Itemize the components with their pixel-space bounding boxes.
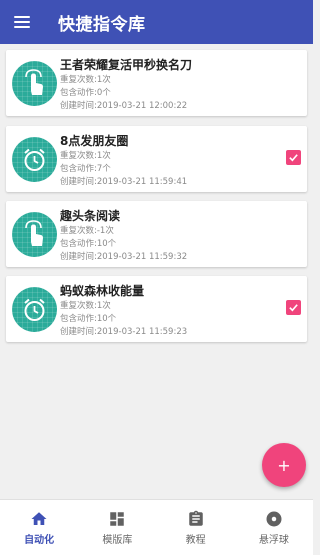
task-actions: 包含动作:0个 xyxy=(60,88,111,98)
clipboard-icon xyxy=(188,510,203,526)
touch-icon xyxy=(12,212,57,257)
task-card[interactable]: 趣头条阅读 重复次数:-1次 包含动作:10个 创建时间:2019-03-21 … xyxy=(6,201,307,267)
task-card[interactable]: 王者荣耀复活甲秒换名刀 重复次数:1次 包含动作:0个 创建时间:2019-03… xyxy=(6,50,307,116)
task-actions: 包含动作:7个 xyxy=(60,164,111,174)
task-repeat: 重复次数:-1次 xyxy=(60,226,114,236)
home-icon xyxy=(31,511,47,525)
task-card[interactable]: 蚂蚁森林收能量 重复次数:1次 包含动作:10个 创建时间:2019-03-21… xyxy=(6,276,307,342)
task-actions: 包含动作:10个 xyxy=(60,239,117,249)
bottom-navigation: 自动化 模版库 教程 悬浮球 xyxy=(0,499,313,555)
task-title: 趣头条阅读 xyxy=(60,209,121,223)
nav-automation[interactable]: 自动化 xyxy=(0,500,78,555)
nav-tutorial[interactable]: 教程 xyxy=(157,500,235,555)
menu-button[interactable] xyxy=(0,0,44,44)
dashboard-icon xyxy=(110,511,125,526)
page-title: 快捷指令库 xyxy=(58,14,146,35)
task-checkbox[interactable] xyxy=(286,150,301,165)
nav-label: 模版库 xyxy=(102,534,133,546)
app-bar: 快捷指令库 xyxy=(0,0,313,44)
checkmark-icon xyxy=(289,154,298,162)
task-created: 创建时间:2019-03-21 11:59:32 xyxy=(60,252,188,262)
task-actions: 包含动作:10个 xyxy=(60,314,117,324)
task-title: 王者荣耀复活甲秒换名刀 xyxy=(60,58,193,72)
task-created: 创建时间:2019-03-21 11:59:23 xyxy=(60,327,188,337)
alarm-clock-icon xyxy=(12,287,57,332)
task-checkbox[interactable] xyxy=(286,300,301,315)
task-title: 蚂蚁森林收能量 xyxy=(60,284,145,298)
nav-templates[interactable]: 模版库 xyxy=(78,500,156,555)
task-title: 8点发朋友圈 xyxy=(60,134,129,148)
task-created: 创建时间:2019-03-21 11:59:41 xyxy=(60,177,188,187)
task-created: 创建时间:2019-03-21 12:00:22 xyxy=(60,101,188,111)
disc-icon xyxy=(266,511,282,526)
task-repeat: 重复次数:1次 xyxy=(60,75,111,85)
alarm-clock-icon xyxy=(12,137,57,182)
add-task-button[interactable]: + xyxy=(262,443,306,487)
nav-label: 自动化 xyxy=(24,534,55,546)
touch-icon xyxy=(12,61,57,106)
hamburger-menu-icon xyxy=(14,16,30,28)
checkmark-icon xyxy=(289,304,298,312)
nav-label: 悬浮球 xyxy=(258,534,289,546)
task-card[interactable]: 8点发朋友圈 重复次数:1次 包含动作:7个 创建时间:2019-03-21 1… xyxy=(6,126,307,192)
task-repeat: 重复次数:1次 xyxy=(60,301,111,311)
task-repeat: 重复次数:1次 xyxy=(60,151,111,161)
nav-floating-ball[interactable]: 悬浮球 xyxy=(235,500,313,555)
nav-label: 教程 xyxy=(185,534,206,546)
